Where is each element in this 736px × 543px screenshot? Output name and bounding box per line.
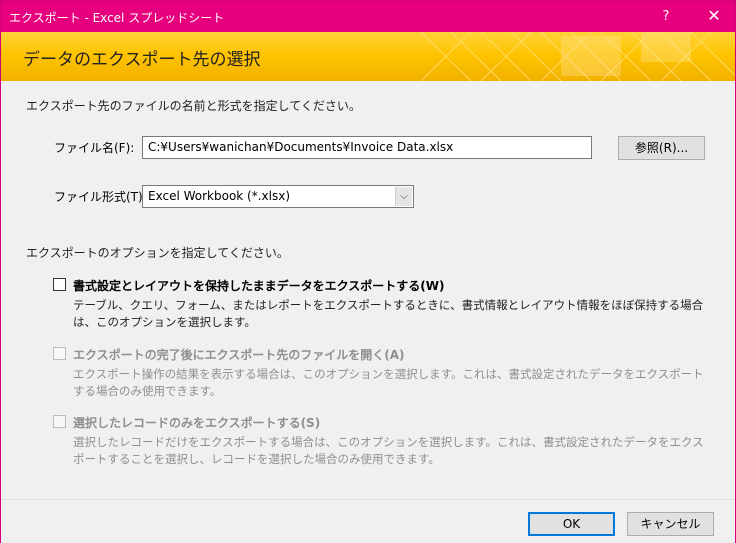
browse-button[interactable]: 参照(R)... bbox=[618, 136, 705, 160]
file-format-label: ファイル形式(T): bbox=[54, 190, 147, 204]
selected-records-description: 選択したレコードだけをエクスポートする場合は、このオプションを選択します。これは… bbox=[73, 435, 704, 466]
open-after-export-label[interactable]: エクスポートの完了後にエクスポート先のファイルを開く(A) bbox=[73, 346, 405, 363]
cancel-button[interactable]: キャンセル bbox=[627, 512, 714, 536]
open-after-export-checkbox[interactable] bbox=[53, 347, 66, 360]
close-button[interactable]: ✕ bbox=[697, 1, 731, 32]
file-format-value: Excel Workbook (*.xlsx) bbox=[148, 189, 291, 203]
help-button[interactable]: ? bbox=[651, 1, 681, 32]
window-title: エクスポート - Excel スプレッドシート bbox=[9, 11, 225, 25]
file-name-input[interactable]: C:¥Users¥wanichan¥Documents¥Invoice Data… bbox=[142, 136, 592, 159]
ok-button[interactable]: OK bbox=[528, 512, 615, 536]
preserve-format-description: テーブル、クエリ、フォーム、またはレポートをエクスポートするときに、書式情報とレ… bbox=[73, 298, 704, 329]
page-title: データのエクスポート先の選択 bbox=[23, 50, 261, 70]
instruction-text: エクスポート先のファイルの名前と形式を指定してください。 bbox=[26, 99, 361, 113]
preserve-format-checkbox[interactable] bbox=[53, 278, 66, 291]
options-instruction: エクスポートのオプションを指定してください。 bbox=[26, 246, 289, 260]
selected-records-checkbox[interactable] bbox=[53, 415, 66, 428]
dialog-body: エクスポート先のファイルの名前と形式を指定してください。 ファイル名(F): C… bbox=[1, 81, 735, 499]
export-dialog: エクスポート - Excel スプレッドシート ? ✕ データのエクスポート先の… bbox=[0, 0, 736, 543]
chevron-down-icon[interactable]: ⌵ bbox=[395, 187, 412, 206]
header-banner: データのエクスポート先の選択 bbox=[1, 32, 735, 81]
file-format-select[interactable]: Excel Workbook (*.xlsx) ⌵ bbox=[142, 185, 414, 208]
title-bar: エクスポート - Excel スプレッドシート ? ✕ bbox=[1, 1, 735, 32]
selected-records-label[interactable]: 選択したレコードのみをエクスポートする(S) bbox=[73, 414, 320, 431]
preserve-format-label[interactable]: 書式設定とレイアウトを保持したままデータをエクスポートする(W) bbox=[73, 277, 445, 294]
open-after-export-description: エクスポート操作の結果を表示する場合は、このオプションを選択します。これは、書式… bbox=[73, 367, 704, 398]
file-name-label: ファイル名(F): bbox=[54, 141, 135, 155]
dialog-footer: OK キャンセル bbox=[1, 499, 735, 543]
